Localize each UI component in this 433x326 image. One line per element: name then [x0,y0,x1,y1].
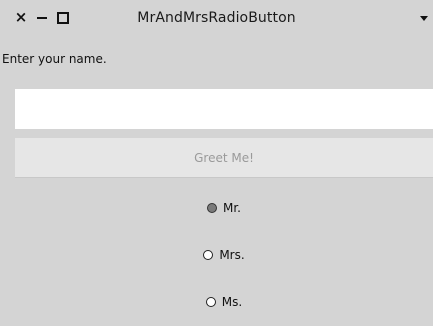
chevron-down-icon[interactable] [420,16,428,21]
name-prompt-label: Enter your name. [2,52,107,66]
title-bar: × MrAndMrsRadioButton [0,0,433,36]
radio-ms[interactable]: Ms. [15,290,433,314]
radio-indicator[interactable] [205,297,216,307]
radio-mrs[interactable]: Mrs. [15,243,433,267]
window-title: MrAndMrsRadioButton [137,10,296,26]
radio-label-mr: Mr. [223,201,241,215]
radio-mr[interactable]: Mr. [15,196,433,220]
greet-me-button[interactable]: Greet Me! [15,138,433,178]
radio-indicator[interactable] [207,203,217,213]
radio-label-mrs: Mrs. [219,248,245,262]
app-window: × MrAndMrsRadioButton Enter your name. G… [0,0,433,326]
name-input[interactable] [15,89,433,129]
radio-indicator[interactable] [203,250,214,260]
radio-label-ms: Ms. [221,295,243,309]
